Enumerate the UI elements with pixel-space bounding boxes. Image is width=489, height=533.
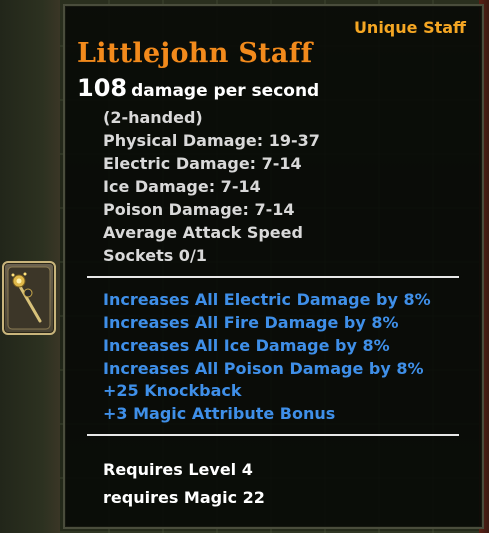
item-tooltip: Unique Staff Littlejohn Staff 108 damage … xyxy=(63,4,484,529)
divider xyxy=(87,276,459,278)
bonus-line: Increases All Ice Damage by 8% xyxy=(103,336,390,355)
bonus-line: Increases All Fire Damage by 8% xyxy=(103,313,399,332)
inventory-slot-staff[interactable] xyxy=(2,261,56,335)
requirement-magic: requires Magic 22 xyxy=(103,488,265,507)
stat-line: Physical Damage: 19-37 xyxy=(103,131,320,150)
requirement-level: Requires Level 4 xyxy=(103,460,253,479)
stat-line: Ice Damage: 7-14 xyxy=(103,177,261,196)
item-rarity: Unique Staff xyxy=(353,18,466,37)
divider xyxy=(87,434,459,436)
stat-line: Poison Damage: 7-14 xyxy=(103,200,295,219)
item-name: Littlejohn Staff xyxy=(77,38,313,69)
bonus-line: Increases All Poison Damage by 8% xyxy=(103,359,424,378)
dps-label: damage per second xyxy=(131,81,320,101)
bonus-line: Increases All Electric Damage by 8% xyxy=(103,290,431,309)
bonus-line: +3 Magic Attribute Bonus xyxy=(103,404,336,423)
stat-line: Average Attack Speed xyxy=(103,223,303,242)
dps-line: 108 damage per second xyxy=(77,74,319,102)
dps-value: 108 xyxy=(77,74,128,102)
staff-icon xyxy=(7,266,51,330)
stat-line: (2-handed) xyxy=(103,108,203,127)
stat-line: Electric Damage: 7-14 xyxy=(103,154,302,173)
stat-line: Sockets 0/1 xyxy=(103,246,207,265)
bonus-line: +25 Knockback xyxy=(103,381,242,400)
